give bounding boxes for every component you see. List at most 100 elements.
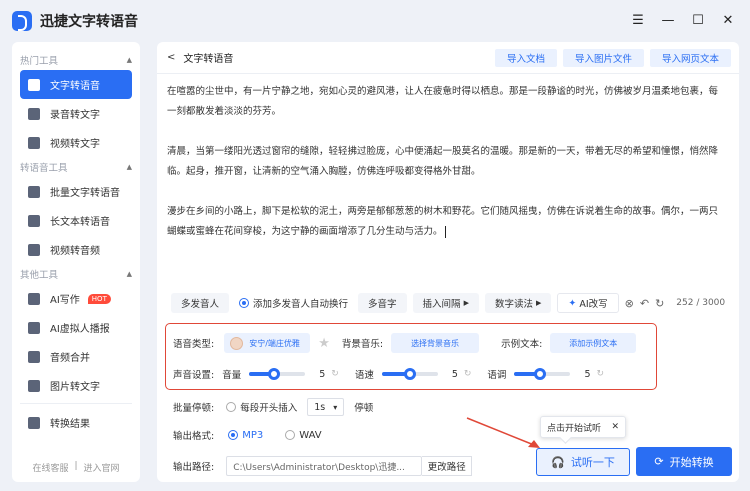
section-title: 转语音工具: [20, 163, 68, 174]
format-wav-label[interactable]: WAV: [299, 430, 321, 441]
text-caret: [444, 225, 446, 238]
reset-icon[interactable]: ↻: [331, 369, 339, 379]
sidebar-item-label: 转换结果: [50, 419, 90, 430]
import-image-button[interactable]: 导入图片文件: [562, 49, 644, 67]
change-path-button[interactable]: 更改路径: [422, 456, 473, 476]
batch-pause-label: 批量停顿:: [173, 403, 215, 414]
sidebar-item-batch-tts[interactable]: 批量文字转语音: [20, 177, 132, 206]
favorite-star-icon[interactable]: ★: [318, 336, 330, 351]
tooltip-text: 点击开始试听: [547, 423, 602, 434]
speed-label: 语速: [354, 370, 374, 381]
close-icon[interactable]: ✕: [611, 422, 619, 432]
sidebar-item-label: 批量文字转语音: [50, 188, 120, 199]
online-service-link[interactable]: 在线客服: [32, 461, 68, 474]
sidebar-item-image-to-text[interactable]: 图片转文字: [20, 371, 132, 400]
auto-wrap-option[interactable]: 添加多发音人自动换行: [235, 293, 352, 313]
import-webpage-button[interactable]: 导入网页文本: [649, 49, 731, 67]
slider-knob[interactable]: [403, 368, 416, 380]
close-icon[interactable]: ✕: [720, 12, 736, 28]
text-to-speech-icon: [28, 78, 40, 91]
section-other-tools[interactable]: 其他工具 ▲: [12, 264, 140, 284]
char-counter: 252 / 3000: [676, 298, 726, 308]
back-icon[interactable]: <: [167, 52, 175, 63]
radio-wav-icon[interactable]: [285, 430, 296, 440]
number-read-label: 数字读法: [494, 299, 533, 310]
ai-rewrite-button[interactable]: ✦ AI改写: [557, 293, 619, 313]
bg-music-button[interactable]: 选择背景音乐: [391, 333, 480, 353]
sidebar-item-ai-avatar[interactable]: AI虚拟人播报: [20, 313, 132, 342]
microphone-icon: [28, 107, 40, 120]
example-text-button[interactable]: 添加示例文本: [550, 333, 637, 353]
select-value: 1s: [314, 401, 326, 413]
sidebar-item-label: 图片转文字: [50, 382, 100, 393]
speed-slider[interactable]: [381, 368, 438, 380]
collapse-caret-icon: ▲: [126, 163, 132, 171]
video-icon: [28, 136, 40, 149]
slider-knob[interactable]: [533, 368, 546, 380]
paragraph-text: 漫步在乡间的小路上，脚下是松软的泥土，两旁是郁郁葱葱的树木和野花。它们随风摇曳，…: [167, 206, 719, 237]
pitch-value: 5: [584, 368, 591, 380]
ai-rewrite-label: AI改写: [579, 299, 608, 310]
radio-mp3-icon[interactable]: [228, 430, 239, 440]
clear-icon[interactable]: ⊗: [625, 297, 634, 310]
refresh-icon[interactable]: ↻: [655, 297, 664, 310]
maximize-icon[interactable]: ☐: [690, 12, 706, 28]
import-buttons: 导入文档 导入图片文件 导入网页文本: [494, 49, 731, 67]
voice-select-button[interactable]: 安宁/端庄优雅: [224, 333, 311, 353]
listen-button[interactable]: 🎧 试听一下: [536, 448, 630, 476]
sidebar-item-results[interactable]: 转换结果: [20, 408, 132, 437]
pitch-slider[interactable]: [514, 368, 571, 380]
ai-writing-icon: [28, 292, 40, 305]
text-editor[interactable]: 在喧嚣的尘世中，有一片宁静之地，宛如心灵的避风港，让人在疲惫时得以栖息。那是一段…: [167, 82, 727, 262]
minimize-icon[interactable]: —: [660, 12, 676, 28]
auto-wrap-label: 添加多发音人自动换行: [253, 299, 349, 310]
listen-tooltip: 点击开始试听 ✕: [540, 416, 626, 438]
output-path-label: 输出路径:: [173, 462, 215, 473]
sidebar-item-video-to-text[interactable]: 视频转文字: [20, 128, 132, 157]
sound-settings-label: 声音设置:: [173, 370, 215, 381]
section-title: 热门工具: [20, 56, 59, 67]
reset-icon[interactable]: ↻: [464, 369, 472, 379]
sidebar-item-audio-merge[interactable]: 音频合并: [20, 342, 132, 371]
sound-settings-row: 声音设置: 音量 5 ↻ 语速 5 ↻ 语调 5 ↻: [173, 364, 604, 384]
start-convert-button[interactable]: ⟳ 开始转换: [636, 447, 732, 476]
volume-slider[interactable]: [249, 368, 306, 380]
polyphone-button[interactable]: 多音字: [358, 293, 407, 313]
voice-settings-row: 语音类型: 安宁/端庄优雅 ★ 背景音乐: 选择背景音乐 示例文本: 添加示例文…: [173, 332, 637, 354]
reset-icon[interactable]: ↻: [596, 369, 604, 379]
multi-speaker-button[interactable]: 多发音人: [171, 293, 230, 313]
chevron-down-icon: ▾: [333, 402, 338, 412]
app-logo-icon: [12, 11, 32, 31]
batch-icon: [28, 185, 40, 198]
radio-icon[interactable]: [226, 402, 237, 412]
pitch-label: 语调: [487, 370, 507, 381]
results-icon: [28, 416, 40, 429]
number-read-button[interactable]: 数字读法 ▶: [484, 293, 552, 313]
sidebar-item-text-to-speech[interactable]: 文字转语音: [20, 70, 132, 99]
avatar-icon: [28, 321, 40, 334]
menu-icon[interactable]: ☰: [630, 12, 646, 28]
section-hot-tools[interactable]: 热门工具 ▲: [12, 50, 140, 70]
website-link[interactable]: 进入官网: [84, 461, 120, 474]
undo-icon[interactable]: ↶: [640, 297, 649, 310]
example-text-label: 示例文本:: [501, 339, 543, 350]
sidebar-item-ai-writing[interactable]: AI写作 HOT: [20, 284, 132, 313]
format-mp3-label[interactable]: MP3: [242, 430, 263, 441]
sidebar-item-long-text-tts[interactable]: 长文本转语音: [20, 206, 132, 235]
pause-duration-select[interactable]: 1s ▾: [307, 398, 345, 416]
sidebar: 热门工具 ▲ 文字转语音 录音转文字 视频转文字 转语音工具 ▲ 批量文字转语音…: [12, 42, 140, 482]
output-path-input[interactable]: C:\Users\Administrator\Desktop\迅捷...: [226, 456, 423, 476]
section-speech-tools[interactable]: 转语音工具 ▲: [12, 157, 140, 177]
window-controls: ☰ — ☐ ✕: [630, 12, 736, 28]
sidebar-item-video-to-audio[interactable]: 视频转音频: [20, 235, 132, 264]
collapse-caret-icon: ▲: [126, 56, 132, 64]
import-document-button[interactable]: 导入文档: [494, 49, 557, 67]
app-title: 迅捷文字转语音: [40, 14, 138, 30]
sidebar-item-label: AI虚拟人播报: [50, 324, 110, 335]
sidebar-item-recording-to-text[interactable]: 录音转文字: [20, 99, 132, 128]
section-title: 其他工具: [20, 270, 59, 281]
paragraph: 漫步在乡间的小路上，脚下是松软的泥土，两旁是郁郁葱葱的树木和野花。它们随风摇曳，…: [167, 202, 727, 242]
insert-pause-button[interactable]: 插入间隔 ▶: [412, 293, 479, 313]
slider-knob[interactable]: [268, 368, 281, 380]
refresh-icon: ⟳: [654, 455, 664, 468]
